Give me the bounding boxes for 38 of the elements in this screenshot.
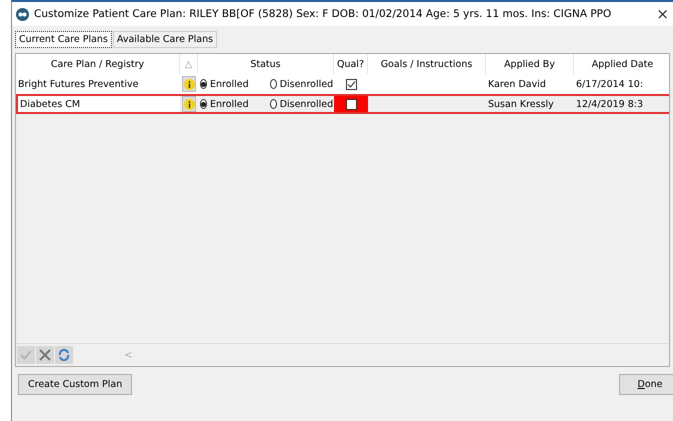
radio-button[interactable] <box>270 99 277 109</box>
table-cell: Susan Kressly <box>486 94 574 114</box>
radio-label: Disenrolled <box>280 98 334 110</box>
column-header[interactable]: Goals / Instructions <box>368 54 486 74</box>
table-cell: 12/4/2019 8:3 <box>574 94 669 114</box>
radio-label: Enrolled <box>210 78 249 90</box>
radio-button[interactable] <box>200 79 207 89</box>
info-icon <box>184 78 194 90</box>
radio-button[interactable] <box>200 99 207 109</box>
checkbox[interactable] <box>346 78 356 90</box>
checkbox[interactable] <box>346 98 356 110</box>
app-logo-icon <box>16 8 29 20</box>
done-button[interactable]: Done <box>619 374 673 395</box>
table-cell: Karen David <box>486 74 574 94</box>
window-title: Customize Patient Care Plan: RILEY BB[OF (5828) Sex: F DOB: 01/02/2014 Age: 5 yrs. 11 mos. Ins: CIGNA PPO <box>34 8 612 20</box>
refresh-button[interactable] <box>55 346 73 364</box>
column-header[interactable]: Qual? <box>334 54 368 74</box>
info-icon <box>184 98 194 110</box>
close-button[interactable]: × <box>656 5 669 23</box>
cancel-button[interactable] <box>36 346 54 364</box>
column-header[interactable]: Care Plan / Registry <box>16 54 180 74</box>
radio-button[interactable] <box>270 79 277 89</box>
info-button[interactable] <box>182 96 196 112</box>
create-custom-plan-button[interactable]: Create Custom Plan <box>18 374 132 395</box>
column-header[interactable]: Status <box>198 54 334 74</box>
radio-label: Enrolled <box>210 98 249 110</box>
radio-label: Disenrolled <box>280 78 334 90</box>
close-icon <box>39 349 51 361</box>
table-cell: Bright Futures Preventive <box>16 74 180 94</box>
tab[interactable]: Available Care Plans <box>112 31 218 48</box>
refresh-icon <box>58 349 70 361</box>
column-header[interactable]: Applied Date <box>574 54 669 74</box>
tab[interactable]: Current Care Plans <box>15 31 112 48</box>
table-cell: 6/17/2014 10: <box>574 74 669 94</box>
check-icon <box>20 349 32 361</box>
column-header[interactable]: Applied By <box>486 54 574 74</box>
table-cell: Diabetes CM <box>16 94 180 114</box>
info-button[interactable] <box>182 76 196 92</box>
